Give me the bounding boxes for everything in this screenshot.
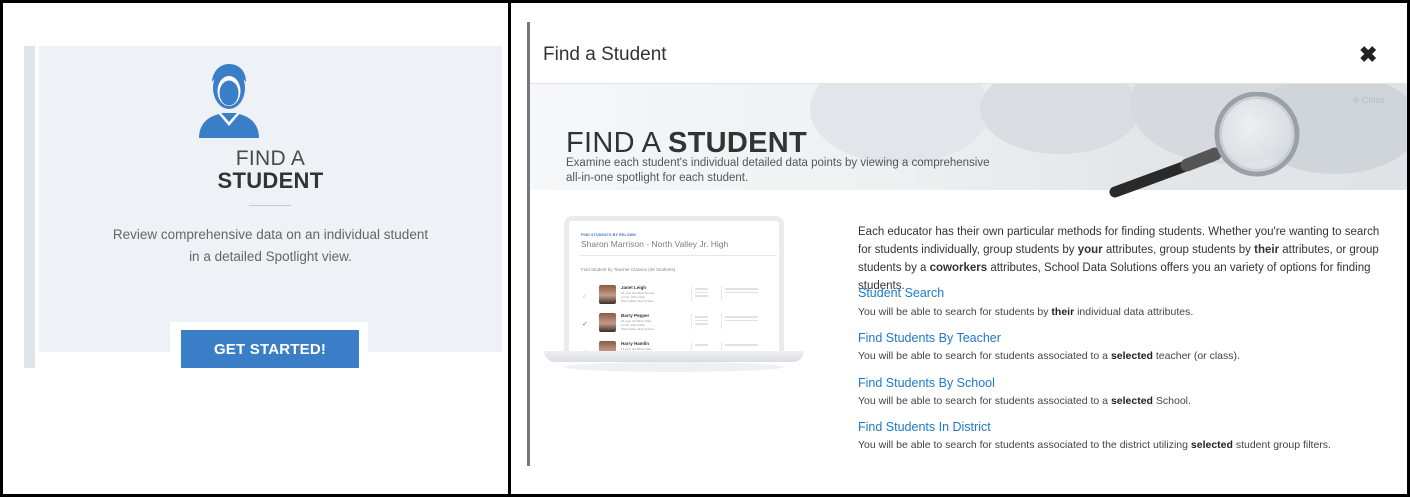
preview-filter-text: Find Student by Teacher Classes (46 Stud… xyxy=(581,267,676,272)
find-by-teacher-link[interactable]: Find Students By Teacher xyxy=(858,331,1001,345)
find-by-teacher-description: You will be able to search for students … xyxy=(858,350,1240,362)
preview-student-name: Barry Pepper xyxy=(621,313,650,318)
option-desc-bold: selected xyxy=(1190,439,1233,451)
option-desc-text: You will be able to search for students … xyxy=(858,395,1111,407)
laptop-shadow xyxy=(564,362,784,372)
hero-subtitle-line1: Examine each student's individual detail… xyxy=(566,157,990,169)
hero-subtitle-line2: all-in-one spotlight for each student. xyxy=(566,172,749,184)
option-desc-text: student group filters. xyxy=(1232,439,1331,451)
option-desc-text: teacher (or class). xyxy=(1152,350,1240,362)
hero-background-blob xyxy=(810,84,990,164)
preview-student-name: Janet Leigh xyxy=(621,285,647,290)
student-photo xyxy=(599,313,616,332)
preview-student-name: Harry Hamlin xyxy=(621,341,650,346)
modal-title: Find a Student xyxy=(543,44,667,65)
close-icon[interactable]: ✖ xyxy=(1359,43,1377,67)
preview-student-meta: 15 year old White female Lunch: 100 rudd… xyxy=(621,291,654,303)
student-search-description: You will be able to search for students … xyxy=(858,306,1193,318)
laptop-base xyxy=(544,351,804,362)
option-desc-text: School. xyxy=(1152,395,1191,407)
laptop-screen: FIND STUDENTS BY RELOWN Sharon Marrison … xyxy=(564,216,784,356)
preview-column xyxy=(691,286,711,301)
card-accent-bar xyxy=(24,46,35,368)
hero-title-light: FIND A xyxy=(566,127,669,159)
card-description: Review comprehensive data on an individu… xyxy=(112,227,429,264)
preview-column xyxy=(721,314,761,329)
preview-divider xyxy=(579,255,777,256)
preview-column xyxy=(721,286,761,301)
intro-bold-your: your xyxy=(1077,244,1103,256)
preview-student-row: ✓ Barry Pepper 15 year old White Male Lu… xyxy=(579,311,777,339)
find-by-school-link[interactable]: Find Students By School xyxy=(858,376,995,390)
intro-bold-coworkers: coworkers xyxy=(929,262,988,274)
hero-title-bold: STUDENT xyxy=(668,127,808,159)
laptop-preview-image: FIND STUDENTS BY RELOWN Sharon Marrison … xyxy=(544,216,804,374)
preview-label: FIND STUDENTS BY RELOWN xyxy=(581,233,636,237)
preview-meta-line: West Valley High School xyxy=(621,299,654,303)
hero-title: FIND A STUDENT xyxy=(566,128,807,158)
check-icon: ✓ xyxy=(582,321,588,328)
option-desc-bold: their xyxy=(1051,306,1075,318)
preview-teacher-name: Sharon Marrison - North Valley Jr. High xyxy=(581,239,729,249)
option-desc-text: You will be able to search for students … xyxy=(858,306,1052,318)
preview-meta-line: West Valley High School xyxy=(621,327,654,331)
card-title-divider xyxy=(249,205,291,206)
preview-student-row: ✓ Janet Leigh 15 year old White female L… xyxy=(579,283,777,311)
card-title-top: FIND A xyxy=(235,147,306,170)
find-by-school-description: You will be able to search for students … xyxy=(858,395,1191,407)
intro-paragraph: Each educator has their own particular m… xyxy=(858,223,1393,295)
student-avatar-icon xyxy=(199,64,259,138)
option-desc-text: individual data attributes. xyxy=(1074,306,1194,318)
intro-text: attributes, group students by xyxy=(1102,244,1255,256)
student-search-link[interactable]: Student Search xyxy=(858,286,944,300)
check-icon: ✓ xyxy=(582,293,588,300)
find-in-district-description: You will be able to search for students … xyxy=(858,439,1331,451)
find-in-district-link[interactable]: Find Students In District xyxy=(858,420,991,434)
get-started-button[interactable]: GET STARTED! xyxy=(181,330,359,368)
option-desc-bold: selected xyxy=(1110,350,1153,362)
preview-student-meta: 15 year old White Male Lunch: 100 rudder… xyxy=(621,319,654,331)
student-photo xyxy=(599,285,616,304)
option-desc-bold: selected xyxy=(1110,395,1153,407)
card-title-bottom: STUDENT xyxy=(217,168,324,193)
magnifying-glass-icon xyxy=(1109,92,1300,198)
option-desc-text: You will be able to search for students … xyxy=(858,439,1191,451)
preview-column xyxy=(691,314,711,329)
hero-close-link[interactable]: ⊗ Close xyxy=(1352,95,1385,106)
find-student-card[interactable] xyxy=(39,46,502,352)
intro-bold-their: their xyxy=(1254,244,1280,256)
option-desc-text: You will be able to search for students … xyxy=(858,350,1111,362)
